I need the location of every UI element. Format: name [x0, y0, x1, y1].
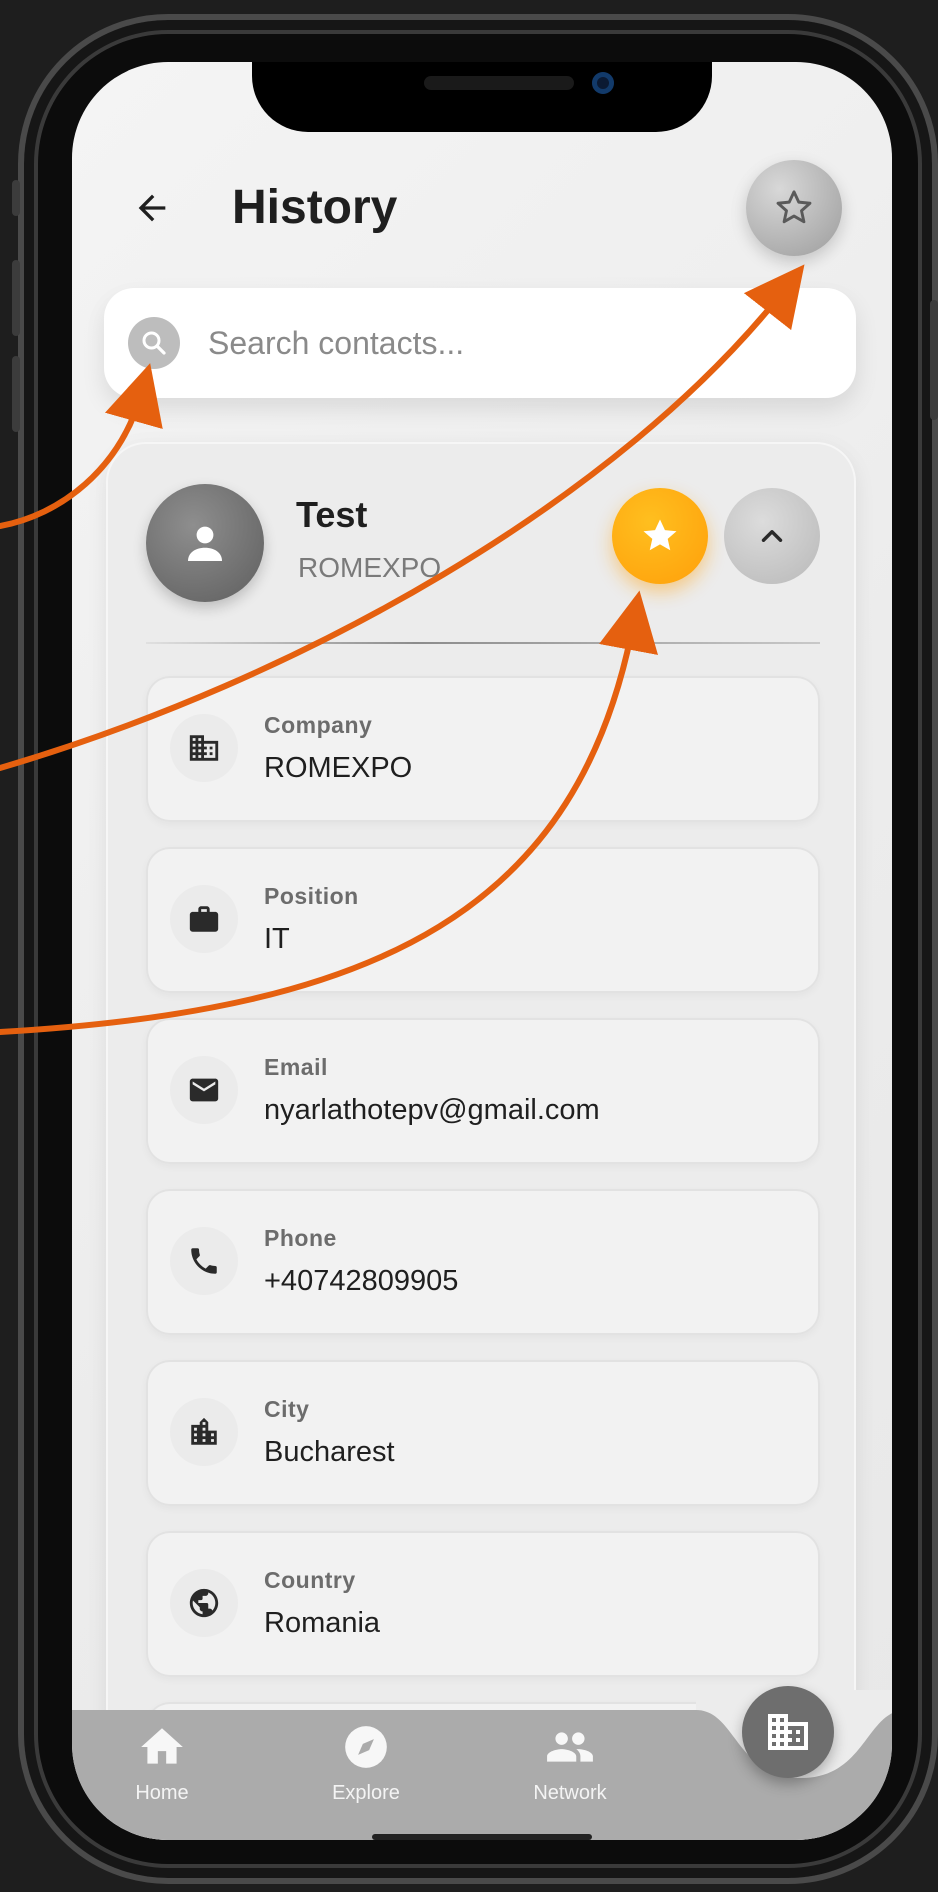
field-label: Position	[264, 883, 359, 909]
search-icon	[128, 317, 180, 369]
contact-company: ROMEXPO	[298, 552, 442, 583]
volume-down-button	[12, 356, 20, 432]
avatar	[146, 484, 264, 602]
favorites-filter-button[interactable]	[746, 160, 842, 256]
field-label: Country	[264, 1567, 356, 1593]
arrow-left-icon	[138, 194, 166, 222]
collapse-button[interactable]	[724, 488, 820, 584]
volume-up-button	[12, 260, 20, 336]
field-position: Position IT	[146, 847, 820, 993]
nav-label: Home	[135, 1782, 189, 1804]
search-input[interactable]	[208, 324, 768, 362]
back-button[interactable]	[124, 180, 180, 236]
city-icon	[170, 1398, 238, 1466]
home-icon	[141, 1728, 183, 1764]
phone-icon	[170, 1227, 238, 1295]
chevron-up-icon	[761, 530, 783, 542]
favorite-button[interactable]	[612, 488, 708, 584]
field-value: ROMEXPO	[264, 752, 413, 784]
page-title: History	[232, 181, 398, 234]
notch	[252, 62, 712, 132]
star-filled-icon	[643, 519, 677, 551]
globe-icon	[170, 1569, 238, 1637]
star-outline-icon	[776, 190, 812, 224]
field-value: IT	[264, 923, 290, 955]
nav-home[interactable]: Home	[82, 1722, 242, 1822]
nav-network[interactable]: Network	[490, 1722, 650, 1822]
person-icon	[188, 526, 222, 561]
field-value: Bucharest	[264, 1436, 395, 1468]
home-indicator	[372, 1834, 592, 1840]
mail-icon	[170, 1056, 238, 1124]
building-icon	[170, 714, 238, 782]
nav-label: Explore	[332, 1782, 400, 1804]
building-icon	[768, 1714, 808, 1750]
app-screen: History Test ROMEXPO	[72, 62, 892, 1840]
field-label: Phone	[264, 1225, 337, 1251]
field-value: Romania	[264, 1607, 381, 1639]
front-camera	[592, 72, 614, 94]
field-city: City Bucharest	[146, 1360, 820, 1506]
card-divider	[146, 642, 820, 644]
field-label: City	[264, 1396, 310, 1422]
search-bar[interactable]	[104, 288, 856, 398]
field-label: Email	[264, 1054, 328, 1080]
speaker	[424, 76, 574, 90]
power-button	[930, 300, 938, 420]
nav-label: Network	[533, 1782, 607, 1804]
mute-switch	[12, 180, 20, 216]
field-country: Country Romania	[146, 1531, 820, 1677]
field-value[interactable]: nyarlathotepv@gmail.com	[264, 1094, 600, 1127]
nav-organization-button[interactable]	[742, 1686, 834, 1778]
nav-explore[interactable]: Explore	[286, 1722, 446, 1822]
field-phone: Phone +40742809905	[146, 1189, 820, 1335]
contact-card: Test ROMEXPO Company ROMEXPO Position IT…	[106, 442, 856, 1840]
field-value[interactable]: +40742809905	[264, 1265, 458, 1298]
compass-icon	[345, 1726, 387, 1768]
field-label: Company	[264, 712, 373, 738]
people-icon	[547, 1732, 593, 1762]
briefcase-icon	[170, 885, 238, 953]
contact-name: Test	[296, 494, 368, 535]
field-company: Company ROMEXPO	[146, 676, 820, 822]
field-email: Email nyarlathotepv@gmail.com	[146, 1018, 820, 1164]
